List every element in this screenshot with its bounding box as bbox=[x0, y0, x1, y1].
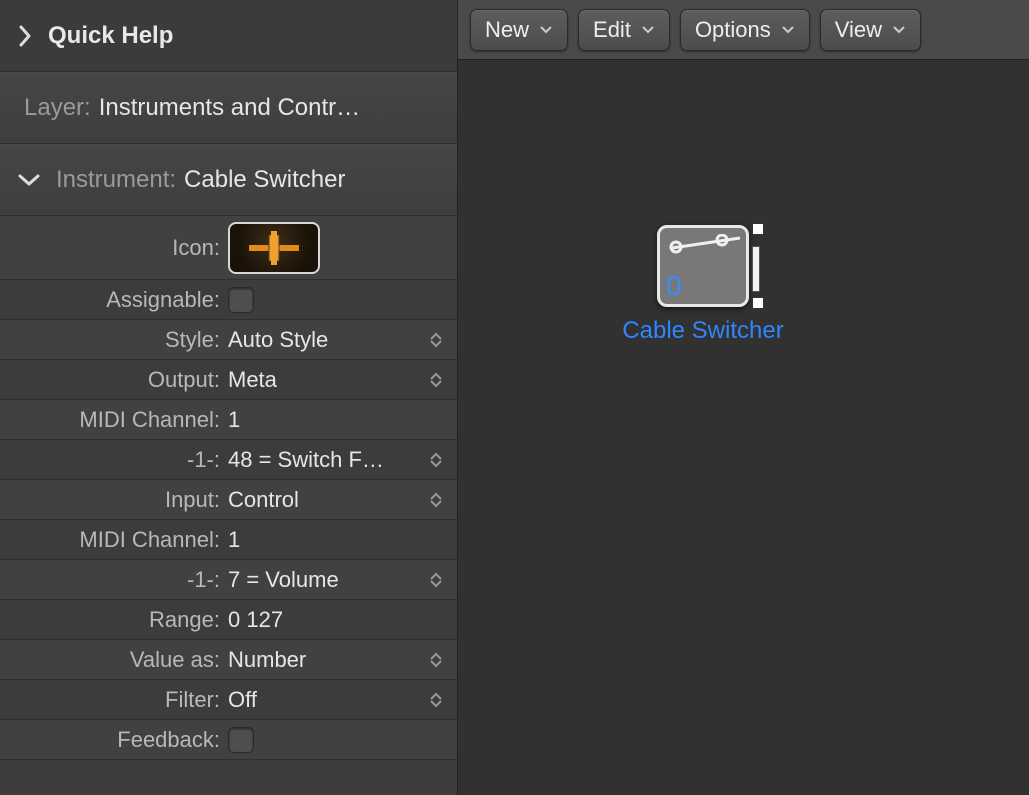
edit-button[interactable]: Edit bbox=[578, 9, 670, 51]
node-body[interactable]: 0 bbox=[657, 225, 749, 307]
environment-toolbar: New Edit Options View bbox=[458, 0, 1029, 60]
layer-value: Instruments and Contr… bbox=[99, 94, 360, 122]
range-label: Range: bbox=[0, 607, 228, 633]
style-label: Style: bbox=[0, 327, 228, 353]
instrument-row[interactable]: Instrument: Cable Switcher bbox=[0, 144, 457, 216]
chevron-down-icon bbox=[641, 25, 655, 34]
value-as-value: Number bbox=[228, 647, 306, 673]
options-button-label: Options bbox=[695, 17, 771, 43]
prop-output[interactable]: Output: Meta bbox=[0, 360, 457, 400]
stepper-icon[interactable] bbox=[429, 572, 443, 588]
prop-icon: Icon: bbox=[0, 216, 457, 280]
view-button-label: View bbox=[835, 17, 882, 43]
output-label: Output: bbox=[0, 367, 228, 393]
icon-label: Icon: bbox=[0, 235, 228, 261]
instrument-label: Instrument: bbox=[56, 166, 176, 194]
assignable-checkbox[interactable] bbox=[228, 287, 254, 313]
prop-neg1-out[interactable]: -1-: 48 = Switch F… bbox=[0, 440, 457, 480]
node-label: Cable Switcher bbox=[608, 317, 798, 345]
prop-neg1-in[interactable]: -1-: 7 = Volume bbox=[0, 560, 457, 600]
filter-label: Filter: bbox=[0, 687, 228, 713]
style-value: Auto Style bbox=[228, 327, 328, 353]
input-value: Control bbox=[228, 487, 299, 513]
fader-icon bbox=[249, 231, 299, 265]
node-value: 0 bbox=[666, 270, 682, 302]
cable-switcher-icon bbox=[668, 234, 744, 254]
neg1-out-value: 48 = Switch F… bbox=[228, 447, 384, 473]
prop-feedback: Feedback: bbox=[0, 720, 457, 760]
neg1-in-value: 7 = Volume bbox=[228, 567, 339, 593]
resize-handle[interactable] bbox=[752, 246, 760, 292]
value-as-label: Value as: bbox=[0, 647, 228, 673]
options-button[interactable]: Options bbox=[680, 9, 810, 51]
prop-midi-channel-in[interactable]: MIDI Channel: 1 bbox=[0, 520, 457, 560]
stepper-icon[interactable] bbox=[429, 372, 443, 388]
prop-range[interactable]: Range: 0 127 bbox=[0, 600, 457, 640]
midi-channel-in-label: MIDI Channel: bbox=[0, 527, 228, 553]
chevron-down-icon bbox=[18, 173, 40, 187]
prop-style[interactable]: Style: Auto Style bbox=[0, 320, 457, 360]
prop-value-as[interactable]: Value as: Number bbox=[0, 640, 457, 680]
stepper-icon[interactable] bbox=[429, 452, 443, 468]
neg1-in-label: -1-: bbox=[0, 567, 228, 593]
edit-button-label: Edit bbox=[593, 17, 631, 43]
midi-channel-in-value: 1 bbox=[228, 527, 240, 553]
quick-help-header[interactable]: Quick Help bbox=[0, 0, 457, 72]
layer-label: Layer: bbox=[24, 94, 91, 122]
instrument-value: Cable Switcher bbox=[184, 166, 345, 194]
cable-switcher-node[interactable]: 0 Cable Switcher bbox=[608, 225, 798, 345]
new-button[interactable]: New bbox=[470, 9, 568, 51]
resize-corner-handle[interactable] bbox=[752, 297, 764, 309]
chevron-down-icon bbox=[781, 25, 795, 34]
range-value: 0 127 bbox=[228, 607, 283, 633]
chevron-down-icon bbox=[539, 25, 553, 34]
prop-filter[interactable]: Filter: Off bbox=[0, 680, 457, 720]
stepper-icon[interactable] bbox=[429, 652, 443, 668]
input-label: Input: bbox=[0, 487, 228, 513]
layer-row[interactable]: Layer: Instruments and Contr… bbox=[0, 72, 457, 144]
view-button[interactable]: View bbox=[820, 9, 921, 51]
stepper-icon[interactable] bbox=[429, 692, 443, 708]
filter-value: Off bbox=[228, 687, 257, 713]
prop-midi-channel-out[interactable]: MIDI Channel: 1 bbox=[0, 400, 457, 440]
prop-assignable: Assignable: bbox=[0, 280, 457, 320]
midi-channel-out-label: MIDI Channel: bbox=[0, 407, 228, 433]
icon-well[interactable] bbox=[228, 222, 320, 274]
midi-channel-out-value: 1 bbox=[228, 407, 240, 433]
inspector-sidebar: Quick Help Layer: Instruments and Contr…… bbox=[0, 0, 458, 795]
output-value: Meta bbox=[228, 367, 277, 393]
environment-canvas-area: New Edit Options View 0 bbox=[458, 0, 1029, 795]
feedback-checkbox[interactable] bbox=[228, 727, 254, 753]
prop-input[interactable]: Input: Control bbox=[0, 480, 457, 520]
neg1-out-label: -1-: bbox=[0, 447, 228, 473]
chevron-right-icon bbox=[18, 25, 32, 47]
assignable-label: Assignable: bbox=[0, 287, 228, 313]
feedback-label: Feedback: bbox=[0, 727, 228, 753]
environment-canvas[interactable]: 0 Cable Switcher bbox=[458, 60, 1029, 795]
chevron-down-icon bbox=[892, 25, 906, 34]
quick-help-title: Quick Help bbox=[48, 22, 173, 50]
output-port-icon[interactable] bbox=[752, 223, 764, 235]
new-button-label: New bbox=[485, 17, 529, 43]
stepper-icon[interactable] bbox=[429, 332, 443, 348]
stepper-icon[interactable] bbox=[429, 492, 443, 508]
